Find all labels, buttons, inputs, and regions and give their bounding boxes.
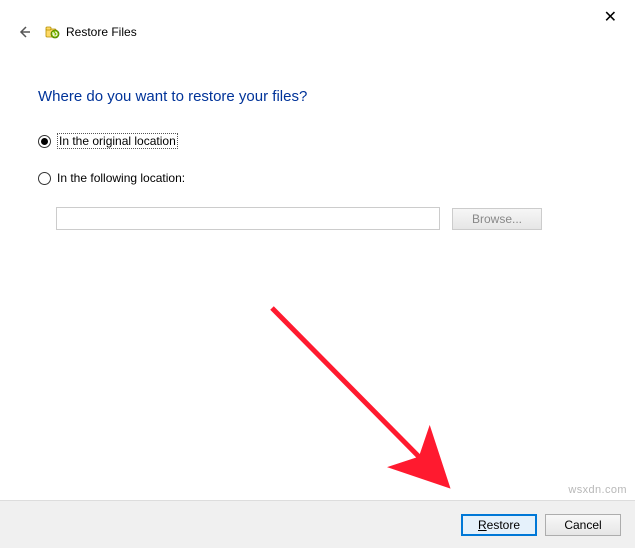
footer-bar: Restore Cancel <box>0 500 635 548</box>
radio-icon <box>38 172 51 185</box>
restore-files-icon <box>44 24 60 40</box>
radio-icon <box>38 135 51 148</box>
radio-label-following: In the following location: <box>57 171 185 185</box>
title-bar: ✕ Restore Files <box>0 0 635 48</box>
content-area: Where do you want to restore your files?… <box>0 48 635 230</box>
back-arrow-icon[interactable] <box>14 22 34 42</box>
watermark: wsxdn.com <box>568 484 627 496</box>
close-icon[interactable]: ✕ <box>604 10 617 26</box>
restore-path-input[interactable] <box>56 207 440 230</box>
restore-button[interactable]: Restore <box>461 514 537 536</box>
page-heading: Where do you want to restore your files? <box>38 88 597 105</box>
radio-following-location[interactable]: In the following location: <box>38 171 597 185</box>
path-row: Browse... <box>38 207 597 230</box>
radio-label-original: In the original location <box>57 133 178 149</box>
window-title: Restore Files <box>66 25 137 39</box>
radio-original-location[interactable]: In the original location <box>38 133 597 149</box>
cancel-button[interactable]: Cancel <box>545 514 621 536</box>
browse-button[interactable]: Browse... <box>452 208 542 230</box>
